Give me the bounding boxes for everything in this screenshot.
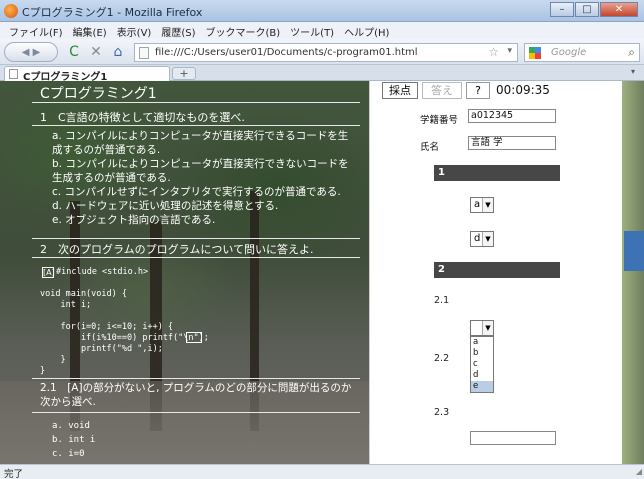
answer-select-1[interactable]: a ▼ [470,197,494,213]
section-1-header: 1 [434,165,560,181]
help-button[interactable]: ? [466,82,490,99]
q2-heading: 2 次のプログラムのプログラムについて問いに答えよ. [40,243,314,256]
chevron-down-icon[interactable]: ▼ [482,321,493,335]
tab-list-icon[interactable]: ▾ [631,67,641,79]
dropdown-option-b[interactable]: b [471,348,493,359]
q1-option-c: c. コンパイルせずにインタプリタで実行するのが普通である. [52,186,341,198]
menu-history[interactable]: 履歴(S) [156,22,200,39]
resize-grip-icon[interactable]: ◢ [636,467,642,476]
code-line: } [40,355,66,365]
street-sign [624,231,644,271]
minimize-button[interactable]: – [550,2,574,17]
status-text: 完了 [4,469,24,479]
bookmark-star-icon[interactable]: ☆ [488,45,499,59]
answer-dropdown-list: a b c d e [470,336,494,393]
dropdown-option-a[interactable]: a [471,337,493,348]
name-label: 氏名 [420,142,440,153]
q2-1-option-b: b. int i [52,435,96,445]
student-id-field[interactable]: a012345 [468,109,556,123]
status-bar: 完了 ◢ [0,464,644,479]
page-icon [139,47,149,59]
question-text-layer: Cプログラミング1 1 C言語の特徴として適切なものを選べ. a. コンパイルに… [0,81,362,464]
url-bar[interactable]: file:///C:/Users/user01/Documents/c-prog… [134,43,518,62]
answer-pane: 採点 答え ? 00:09:35 学籍番号 a012345 氏名 言語 学 1 … [382,81,644,464]
window-title: Cプログラミング1 - Mozilla Firefox [22,6,203,19]
search-placeholder[interactable]: Google [551,47,586,58]
q1-option-a: a. コンパイルによりコンピュータが直接実行できるコードを生成するのが普通である… [52,130,349,156]
divider [32,257,360,258]
menu-tools[interactable]: ツール(T) [285,22,339,39]
q1-heading: 1 C言語の特徴として適切なものを選べ. [40,111,245,124]
question-pane-scrollbar[interactable]: ▲ ≡ ▼ [369,81,370,464]
menu-view[interactable]: 表示(V) [112,22,157,39]
firefox-icon [4,4,18,18]
background-photo-edge [622,81,644,464]
navigation-toolbar: ◀ ▶ C ✕ ⌂ file:///C:/Users/user01/Docume… [0,39,644,65]
home-icon[interactable]: ⌂ [108,42,128,62]
maximize-button[interactable]: □ [575,2,599,17]
score-button[interactable]: 採点 [382,82,418,99]
answer-select-2[interactable]: d ▼ [470,231,494,247]
menubar: ファイル(F) 編集(E) 表示(V) 履歴(S) ブックマーク(B) ツール(… [0,22,644,39]
dropdown-option-e[interactable]: e [471,381,493,392]
back-forward-button[interactable]: ◀ ▶ [4,42,58,62]
page-title: Cプログラミング1 [40,86,157,102]
answer-field-2-3[interactable] [470,431,556,445]
code-line: if(i%10==0) printf("\n"); [40,333,209,343]
dropdown-option-d[interactable]: d [471,370,493,381]
code-line: #include <stdio.h> [56,267,149,277]
q2-1-option-a: a. void [52,421,90,431]
timer: 00:09:35 [496,83,550,97]
menu-file[interactable]: ファイル(F) [4,22,68,39]
divider [32,125,360,126]
google-icon[interactable] [529,47,541,59]
answer-select-2-1[interactable]: ▼ [470,320,494,336]
close-button[interactable]: ✕ [600,2,638,17]
code-line: for(i=0; i<=10; i++) { [40,322,174,332]
new-tab-button[interactable]: + [172,67,196,80]
q2-2-label: 2.2 [434,353,450,364]
divider [32,238,360,239]
tab-cprogramming1[interactable]: Cプログラミング1 [4,66,170,83]
dropdown-option-c[interactable]: c [471,359,493,370]
question-pane: Cプログラミング1 1 C言語の特徴として適切なものを選べ. a. コンパイルに… [0,81,370,464]
window-controls: – □ ✕ [550,2,638,17]
code-line: } [40,366,46,376]
url-dropdown-icon[interactable]: ▾ [507,46,512,56]
tab-strip: Cプログラミング1 + ▾ [0,65,644,83]
q1-option-b: b. コンパイルによりコンピュータが直接実行できないコードを生成するのが普通であ… [52,158,349,184]
name-field[interactable]: 言語 学 [468,136,556,150]
q2-1-option-c: c. i=0 [52,449,85,459]
code-line: int i; [40,300,92,310]
answer-select-2-value: d [474,233,481,244]
answer-button[interactable]: 答え [422,82,462,99]
divider [32,102,360,103]
search-bar[interactable]: Google ⌕ [524,43,640,62]
q2-3-label: 2.3 [434,407,450,418]
menu-help[interactable]: ヘルプ(H) [339,22,394,39]
answer-select-1-value: a [474,199,481,210]
q1-option-e: e. オブジェクト指向の言語である. [52,214,216,226]
code-marker-a: [A] [42,267,55,278]
chevron-down-icon[interactable]: ▼ [482,232,493,246]
code-line: void main(void) { [40,289,127,299]
divider [32,412,360,413]
student-id-label: 学籍番号 [420,115,459,126]
q2-1-label: 2.1 [434,295,450,306]
search-icon[interactable]: ⌕ [628,45,635,60]
window-titlebar: Cプログラミング1 - Mozilla Firefox – □ ✕ [0,0,644,22]
section-2-header: 2 [434,262,560,278]
divider [32,378,360,379]
q1-option-d: d. ハードウェアに近い処理の記述を得意とする. [52,200,279,212]
reload-icon[interactable]: C [64,42,84,62]
page-content: Cプログラミング1 1 C言語の特徴として適切なものを選べ. a. コンパイルに… [0,81,644,464]
chevron-down-icon[interactable]: ▼ [482,198,493,212]
q2-1-heading: 2.1 [A]の部分がないと, プログラムのどの部分に問題が出るのか次から選べ. [40,382,352,408]
menu-edit[interactable]: 編集(E) [68,22,112,39]
tab-page-icon [9,69,18,79]
menu-bookmarks[interactable]: ブックマーク(B) [201,22,286,39]
code-line: printf("%d ",i); [40,344,163,354]
url-text[interactable]: file:///C:/Users/user01/Documents/c-prog… [155,47,418,58]
stop-icon[interactable]: ✕ [86,42,106,62]
